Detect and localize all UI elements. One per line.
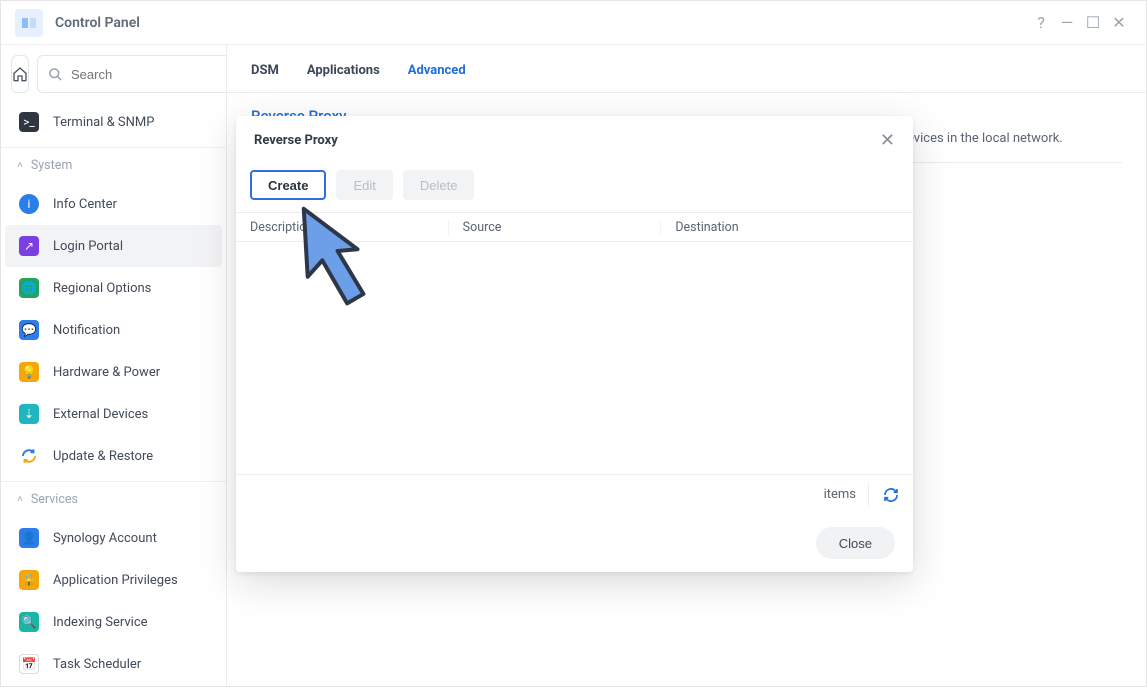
close-button[interactable]: Close bbox=[816, 527, 895, 559]
sidebar-item-regional[interactable]: 🌐 Regional Options bbox=[5, 267, 222, 309]
status-bar: items bbox=[236, 474, 913, 514]
sidebar-group-system[interactable]: ˄ System bbox=[1, 147, 226, 183]
globe-icon: 🌐 bbox=[17, 276, 41, 300]
delete-button[interactable]: Delete bbox=[403, 170, 475, 200]
sidebar-item-indexing[interactable]: 🔍 Indexing Service bbox=[5, 601, 222, 643]
sidebar-item-label: External Devices bbox=[53, 407, 148, 422]
sidebar-item-label: Notification bbox=[53, 323, 120, 338]
dialog-close-button[interactable]: ✕ bbox=[880, 130, 895, 151]
edit-button[interactable]: Edit bbox=[336, 170, 392, 200]
sidebar-item-external[interactable]: ⇣ External Devices bbox=[5, 393, 222, 435]
sidebar-item-label: Login Portal bbox=[53, 239, 123, 254]
dialog-title: Reverse Proxy bbox=[254, 133, 338, 148]
magnifier-icon: 🔍 bbox=[17, 610, 41, 634]
col-description[interactable]: Description bbox=[236, 220, 448, 235]
calendar-icon: 📅 bbox=[17, 652, 41, 676]
help-button[interactable]: ? bbox=[1028, 13, 1054, 32]
home-button[interactable] bbox=[11, 55, 29, 93]
table-body bbox=[236, 242, 913, 474]
sidebar-item-task-scheduler[interactable]: 📅 Task Scheduler bbox=[5, 643, 222, 685]
tab-advanced[interactable]: Advanced bbox=[408, 48, 466, 90]
sidebar-item-label: Update & Restore bbox=[53, 449, 153, 464]
table-header: Description Source Destination bbox=[236, 212, 913, 242]
col-source[interactable]: Source bbox=[448, 220, 661, 235]
refresh-icon bbox=[17, 444, 41, 468]
sidebar-item-label: Info Center bbox=[53, 197, 117, 212]
tab-applications[interactable]: Applications bbox=[307, 48, 380, 90]
sidebar-item-terminal[interactable]: >_ Terminal & SNMP bbox=[5, 101, 222, 143]
sidebar-item-synology-account[interactable]: 👤 Synology Account bbox=[5, 517, 222, 559]
chevron-up-icon: ˄ bbox=[17, 494, 23, 505]
sidebar-group-label: System bbox=[31, 158, 72, 173]
tab-bar: DSM Applications Advanced bbox=[227, 45, 1146, 93]
sidebar-item-update[interactable]: Update & Restore bbox=[5, 435, 222, 477]
info-icon: i bbox=[17, 192, 41, 216]
terminal-icon: >_ bbox=[17, 110, 41, 134]
person-icon: 👤 bbox=[17, 526, 41, 550]
close-window-button[interactable]: ✕ bbox=[1106, 13, 1132, 32]
maximize-button[interactable]: ☐ bbox=[1080, 13, 1106, 32]
sidebar-item-label: Indexing Service bbox=[53, 615, 148, 630]
search-icon bbox=[48, 67, 63, 82]
sidebar-item-label: Application Privileges bbox=[53, 573, 178, 588]
sidebar-item-hardware[interactable]: 💡 Hardware & Power bbox=[5, 351, 222, 393]
sidebar-item-label: Hardware & Power bbox=[53, 365, 160, 380]
create-button[interactable]: Create bbox=[250, 170, 326, 200]
items-count: items bbox=[824, 487, 856, 502]
sidebar-item-app-privileges[interactable]: 🔒 Application Privileges bbox=[5, 559, 222, 601]
sidebar-item-notification[interactable]: 💬 Notification bbox=[5, 309, 222, 351]
chevron-up-icon: ˄ bbox=[17, 160, 23, 171]
sidebar-item-label: Synology Account bbox=[53, 531, 157, 546]
bulb-icon: 💡 bbox=[17, 360, 41, 384]
drive-icon: ⇣ bbox=[17, 402, 41, 426]
sidebar-item-login-portal[interactable]: ↗ Login Portal bbox=[5, 225, 222, 267]
reverse-proxy-dialog: Reverse Proxy ✕ Create Edit Delete Descr… bbox=[236, 116, 913, 572]
login-portal-icon: ↗ bbox=[17, 234, 41, 258]
sidebar-item-info-center[interactable]: i Info Center bbox=[5, 183, 222, 225]
sidebar-group-services[interactable]: ˄ Services bbox=[1, 481, 226, 517]
sidebar-item-label: Task Scheduler bbox=[53, 657, 141, 672]
titlebar: Control Panel ? — ☐ ✕ bbox=[1, 1, 1146, 45]
search-input[interactable] bbox=[71, 67, 227, 82]
sidebar-group-label: Services bbox=[31, 492, 78, 507]
sidebar: >_ Terminal & SNMP ˄ System i Info Cente… bbox=[1, 45, 227, 686]
sidebar-item-label: Terminal & SNMP bbox=[53, 115, 154, 130]
app-logo-icon bbox=[15, 9, 43, 37]
tab-dsm[interactable]: DSM bbox=[251, 48, 279, 90]
refresh-button[interactable] bbox=[868, 483, 899, 507]
minimize-button[interactable]: — bbox=[1054, 13, 1080, 32]
sidebar-item-label: Regional Options bbox=[53, 281, 151, 296]
search-field[interactable] bbox=[37, 55, 227, 93]
window-title: Control Panel bbox=[55, 15, 140, 31]
lock-icon: 🔒 bbox=[17, 568, 41, 592]
chat-icon: 💬 bbox=[17, 318, 41, 342]
col-destination[interactable]: Destination bbox=[660, 220, 873, 235]
